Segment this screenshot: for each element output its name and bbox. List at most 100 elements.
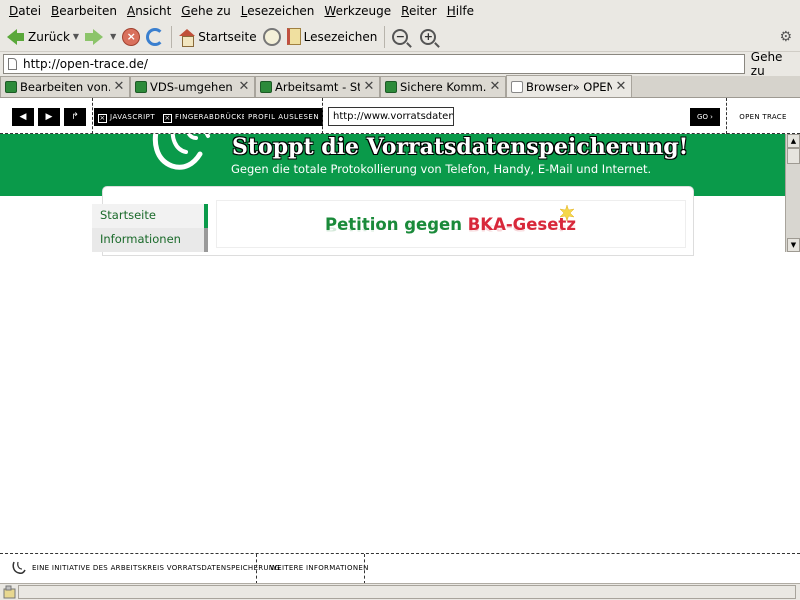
zoom-out-icon: − (392, 28, 409, 45)
site-title: Stoppt die Vorratsdatenspeicherung! (232, 134, 689, 160)
ot-back-button[interactable]: ◀ (12, 108, 34, 126)
vertical-scrollbar[interactable]: ▲ ▼ (785, 134, 800, 252)
divider (92, 98, 93, 134)
menu-datei[interactable]: Datei (4, 4, 46, 18)
zoom-in-button[interactable]: + (417, 24, 439, 50)
footer-more-info-link[interactable]: Weitere Informationen (270, 564, 369, 572)
page-viewport: ◀ ▶ ↱ × Javascript × Fingerabdrücke Profil… (0, 98, 800, 553)
sidebar-item-informationen[interactable]: Informationen (92, 228, 208, 252)
javascript-toggle[interactable]: × Javascript (94, 108, 160, 126)
scroll-down-icon[interactable]: ▼ (787, 238, 800, 252)
fingerprints-toggle[interactable]: × Fingerabdrücke (159, 108, 251, 126)
fingerprints-label: Fingerabdrücke (175, 113, 247, 121)
reload-button[interactable] (143, 24, 167, 50)
tab-3[interactable]: Arbeitsamt - St... ✕ (255, 76, 380, 97)
url-text: http://open-trace.de/ (23, 57, 148, 71)
menu-gehe-zu[interactable]: Gehe zu (176, 4, 235, 18)
divider (256, 554, 257, 584)
ear-small-icon (12, 561, 26, 574)
zoom-in-icon: + (420, 28, 437, 45)
toolbar-separator (171, 25, 173, 48)
tab-close-icon[interactable]: ✕ (615, 80, 627, 93)
petition-banner[interactable]: Petition gegen BKA-Gesetz Petition gegen… (216, 200, 686, 248)
tab-bar: Bearbeiten von... ✕ VDS-umgehen ... ✕ Ar… (0, 75, 800, 98)
tab-close-icon[interactable]: ✕ (113, 80, 125, 93)
bookmarks-button[interactable]: Lesezeichen (284, 24, 381, 50)
toolbar-separator (384, 25, 386, 48)
bookmarks-icon (286, 28, 301, 45)
toolbar-overflow-icon[interactable]: ⚙ (779, 29, 792, 45)
petition-reflection-highlight: BKA-Gesetz (467, 223, 576, 234)
tab-favicon-icon (5, 81, 17, 93)
read-profile-button[interactable]: Profil auslesen (244, 108, 324, 126)
tab-1[interactable]: Bearbeiten von... ✕ (0, 76, 130, 97)
ot-forward-button[interactable]: ▶ (38, 108, 60, 126)
home-label: Startseite (198, 29, 257, 44)
opentrace-toolbar: ◀ ▶ ↱ × Javascript × Fingerabdrücke Profil… (0, 98, 800, 134)
menu-werkzeuge[interactable]: Werkzeuge (319, 4, 396, 18)
site-subtitle: Gegen die totale Protokollierung von Tel… (231, 162, 652, 176)
forward-dropdown-icon[interactable]: ▼ (110, 32, 116, 41)
stop-icon: × (122, 27, 141, 46)
checkbox-icon: × (98, 114, 107, 123)
menu-hilfe[interactable]: Hilfe (442, 4, 479, 18)
scroll-thumb[interactable] (787, 148, 800, 164)
tab-2[interactable]: VDS-umgehen ... ✕ (130, 76, 255, 97)
opentrace-logo: OPEN TRACE (730, 100, 796, 134)
back-button[interactable]: Zurück ▼ (4, 24, 82, 50)
url-input[interactable]: http://open-trace.de/ (3, 54, 745, 74)
location-bar: http://open-trace.de/ Gehe zu (0, 50, 800, 78)
ot-go-button[interactable]: GO › (690, 108, 720, 126)
back-dropdown-icon[interactable]: ▼ (73, 32, 79, 41)
ot-url-input[interactable]: http://www.vorratsdatensp (328, 107, 454, 126)
tab-close-icon[interactable]: ✕ (238, 80, 250, 93)
menu-lesezeichen[interactable]: Lesezeichen (236, 4, 320, 18)
go-button[interactable]: Gehe zu (751, 50, 800, 78)
divider (364, 554, 365, 584)
menu-ansicht[interactable]: Ansicht (122, 4, 176, 18)
opentrace-footer: Eine Initiative des Arbeitskreis Vorrats… (0, 553, 800, 584)
connection-status-icon (3, 585, 16, 599)
tab-close-icon[interactable]: ✕ (489, 80, 501, 93)
menu-reiter[interactable]: Reiter (396, 4, 442, 18)
petition-reflection-text: Petition gegen (325, 223, 468, 234)
page-icon (8, 58, 17, 70)
tab-4[interactable]: Sichere Komm... ✕ (380, 76, 506, 97)
home-button[interactable]: Startseite (176, 24, 259, 50)
status-text-field (18, 585, 796, 599)
checkbox-icon: × (163, 114, 172, 123)
divider (726, 98, 727, 134)
zoom-out-button[interactable]: − (389, 24, 411, 50)
home-icon (179, 28, 196, 47)
ear-hand-icon (152, 134, 210, 170)
stop-button[interactable]: × (119, 24, 143, 50)
back-label: Zurück (28, 29, 70, 44)
bookmarks-label: Lesezeichen (303, 29, 378, 44)
tab-favicon-icon (260, 81, 272, 93)
tab-label: Bearbeiten von... (20, 80, 110, 94)
tab-favicon-icon (135, 81, 147, 93)
forward-button[interactable]: ▼ (82, 24, 119, 50)
forward-arrow-icon (85, 28, 104, 45)
menu-bearbeiten[interactable]: Bearbeiten (46, 4, 122, 18)
divider (322, 98, 323, 134)
tab-label: Browser» OPEN... (526, 79, 612, 94)
petition-reflection: Petition gegen BKA-Gesetz (325, 224, 576, 234)
tab-label: Sichere Komm... (400, 80, 486, 94)
footer-initiative-link[interactable]: Eine Initiative des Arbeitskreis Vorrats… (32, 564, 280, 572)
tab-favicon-icon (385, 81, 397, 93)
menu-bar: Datei Bearbeiten Ansicht Gehe zu Lesezei… (0, 0, 800, 22)
history-button[interactable] (260, 24, 284, 50)
tab-close-icon[interactable]: ✕ (363, 80, 375, 93)
tab-favicon-icon (511, 80, 523, 93)
scroll-up-icon[interactable]: ▲ (787, 134, 800, 148)
tab-5-active[interactable]: Browser» OPEN... ✕ (506, 75, 632, 97)
history-icon (262, 27, 281, 46)
tab-label: VDS-umgehen ... (150, 80, 235, 94)
ot-reload-button[interactable]: ↱ (64, 108, 86, 126)
reload-icon (146, 27, 165, 46)
sidebar-item-startseite[interactable]: Startseite (92, 204, 208, 228)
navigation-toolbar: Zurück ▼ ▼ × Startseite Lesezeichen − + … (0, 22, 800, 52)
tab-label: Arbeitsamt - St... (275, 80, 360, 94)
burst-star-icon (559, 205, 575, 221)
